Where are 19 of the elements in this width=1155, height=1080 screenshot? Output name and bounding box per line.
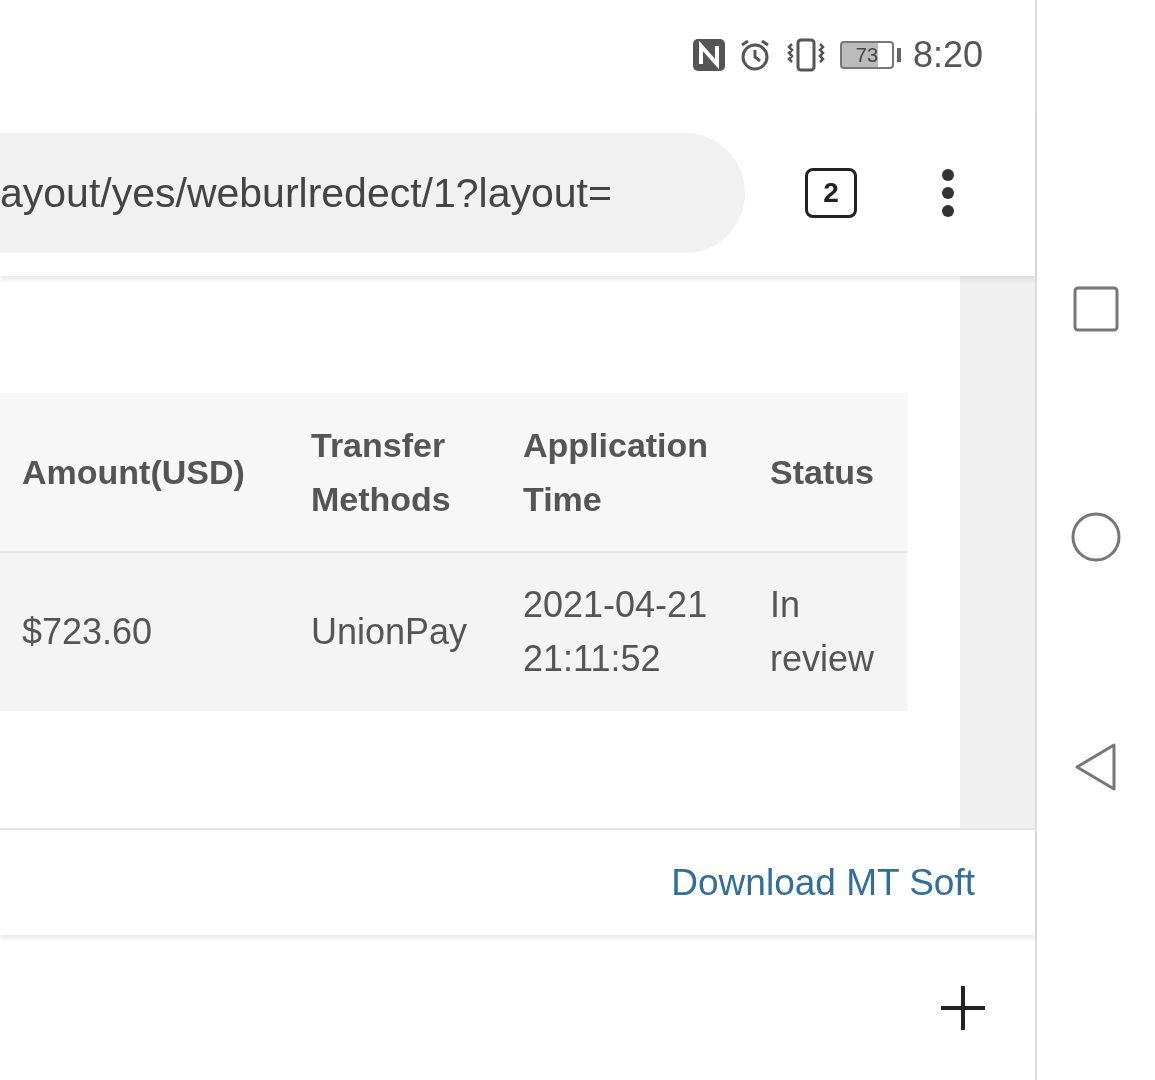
column-header: Application Time — [503, 393, 750, 553]
back-icon[interactable] — [1074, 742, 1118, 792]
battery-indicator: 73 — [839, 41, 901, 69]
table-cell: UnionPay — [290, 553, 503, 711]
home-icon[interactable] — [1071, 512, 1121, 562]
table-cell: 2021-04-21 21:11:52 — [503, 553, 750, 711]
menu-icon[interactable] — [941, 168, 955, 218]
nfc-icon — [691, 38, 726, 72]
plus-icon[interactable] — [941, 985, 985, 1030]
download-link[interactable]: Download MT Soft — [671, 861, 975, 904]
table-cell: $723.60 — [0, 553, 290, 711]
column-header: Amount(USD) — [0, 393, 290, 553]
column-header: Transfer Methods — [290, 393, 503, 553]
column-header: Status — [750, 393, 907, 553]
tab-count-button[interactable]: 2 — [805, 168, 857, 218]
recent-apps-icon[interactable] — [1073, 286, 1119, 332]
table-cell: In review — [750, 553, 907, 711]
address-bar[interactable]: ayout/yes/weburlredect/1?layout= — [0, 133, 745, 253]
clock-time: 8:20 — [912, 34, 983, 76]
